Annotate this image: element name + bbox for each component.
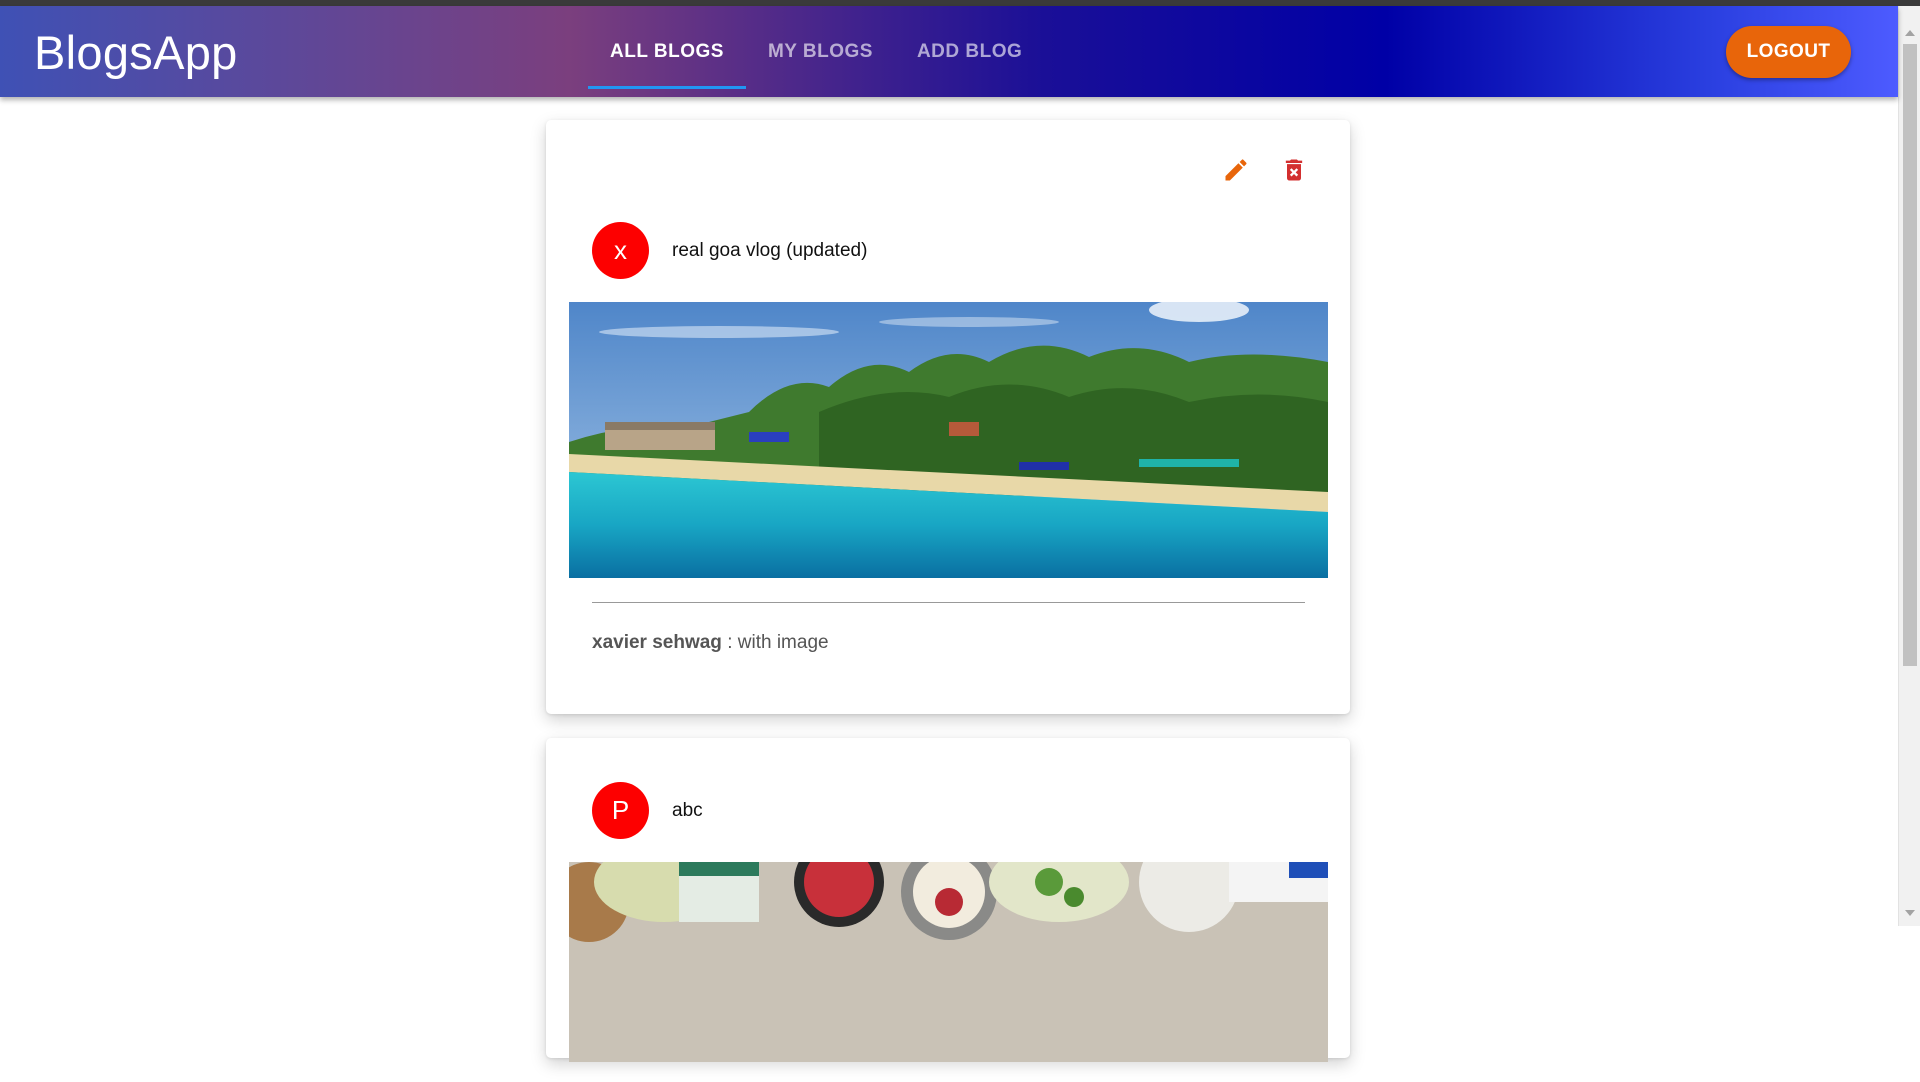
blog-card: P abc xyxy=(546,738,1350,1062)
blog-feed: x real goa vlog (updated) xavier sehwag … xyxy=(546,120,1350,1082)
tab-my-blogs[interactable]: MY BLOGS xyxy=(746,6,895,97)
delete-icon[interactable] xyxy=(1280,154,1308,186)
author-separator: : xyxy=(721,632,738,653)
blog-header: P abc xyxy=(592,782,703,839)
blog-title: real goa vlog (updated) xyxy=(672,239,868,261)
tab-add-blog[interactable]: ADD BLOG xyxy=(895,6,1044,97)
edit-icon[interactable] xyxy=(1222,154,1250,186)
blog-description: xavier sehwag : with image xyxy=(592,632,829,654)
blog-image xyxy=(569,302,1328,578)
blog-card: x real goa vlog (updated) xavier sehwag … xyxy=(546,120,1350,714)
blog-title: abc xyxy=(672,799,703,821)
avatar: x xyxy=(592,222,649,279)
divider xyxy=(592,602,1305,603)
scrollbar[interactable] xyxy=(1898,6,1920,926)
blog-header: x real goa vlog (updated) xyxy=(592,222,867,279)
blog-description-text: with image xyxy=(737,632,829,653)
logout-button[interactable]: LOGOUT xyxy=(1726,26,1851,78)
tab-all-blogs[interactable]: ALL BLOGS xyxy=(588,6,746,97)
app-bar: BlogsApp ALL BLOGS MY BLOGS ADD BLOG LOG… xyxy=(0,6,1898,97)
scroll-thumb[interactable] xyxy=(1903,44,1917,666)
avatar: P xyxy=(592,782,649,839)
scroll-down-arrow-icon[interactable] xyxy=(1905,910,1915,916)
app-title: BlogsApp xyxy=(34,26,238,79)
blog-actions xyxy=(1222,154,1308,186)
scroll-up-arrow-icon[interactable] xyxy=(1905,30,1915,36)
nav-tabs: ALL BLOGS MY BLOGS ADD BLOG xyxy=(588,6,1044,97)
blog-image xyxy=(569,862,1328,1062)
blog-author: xavier sehwag xyxy=(592,632,722,653)
